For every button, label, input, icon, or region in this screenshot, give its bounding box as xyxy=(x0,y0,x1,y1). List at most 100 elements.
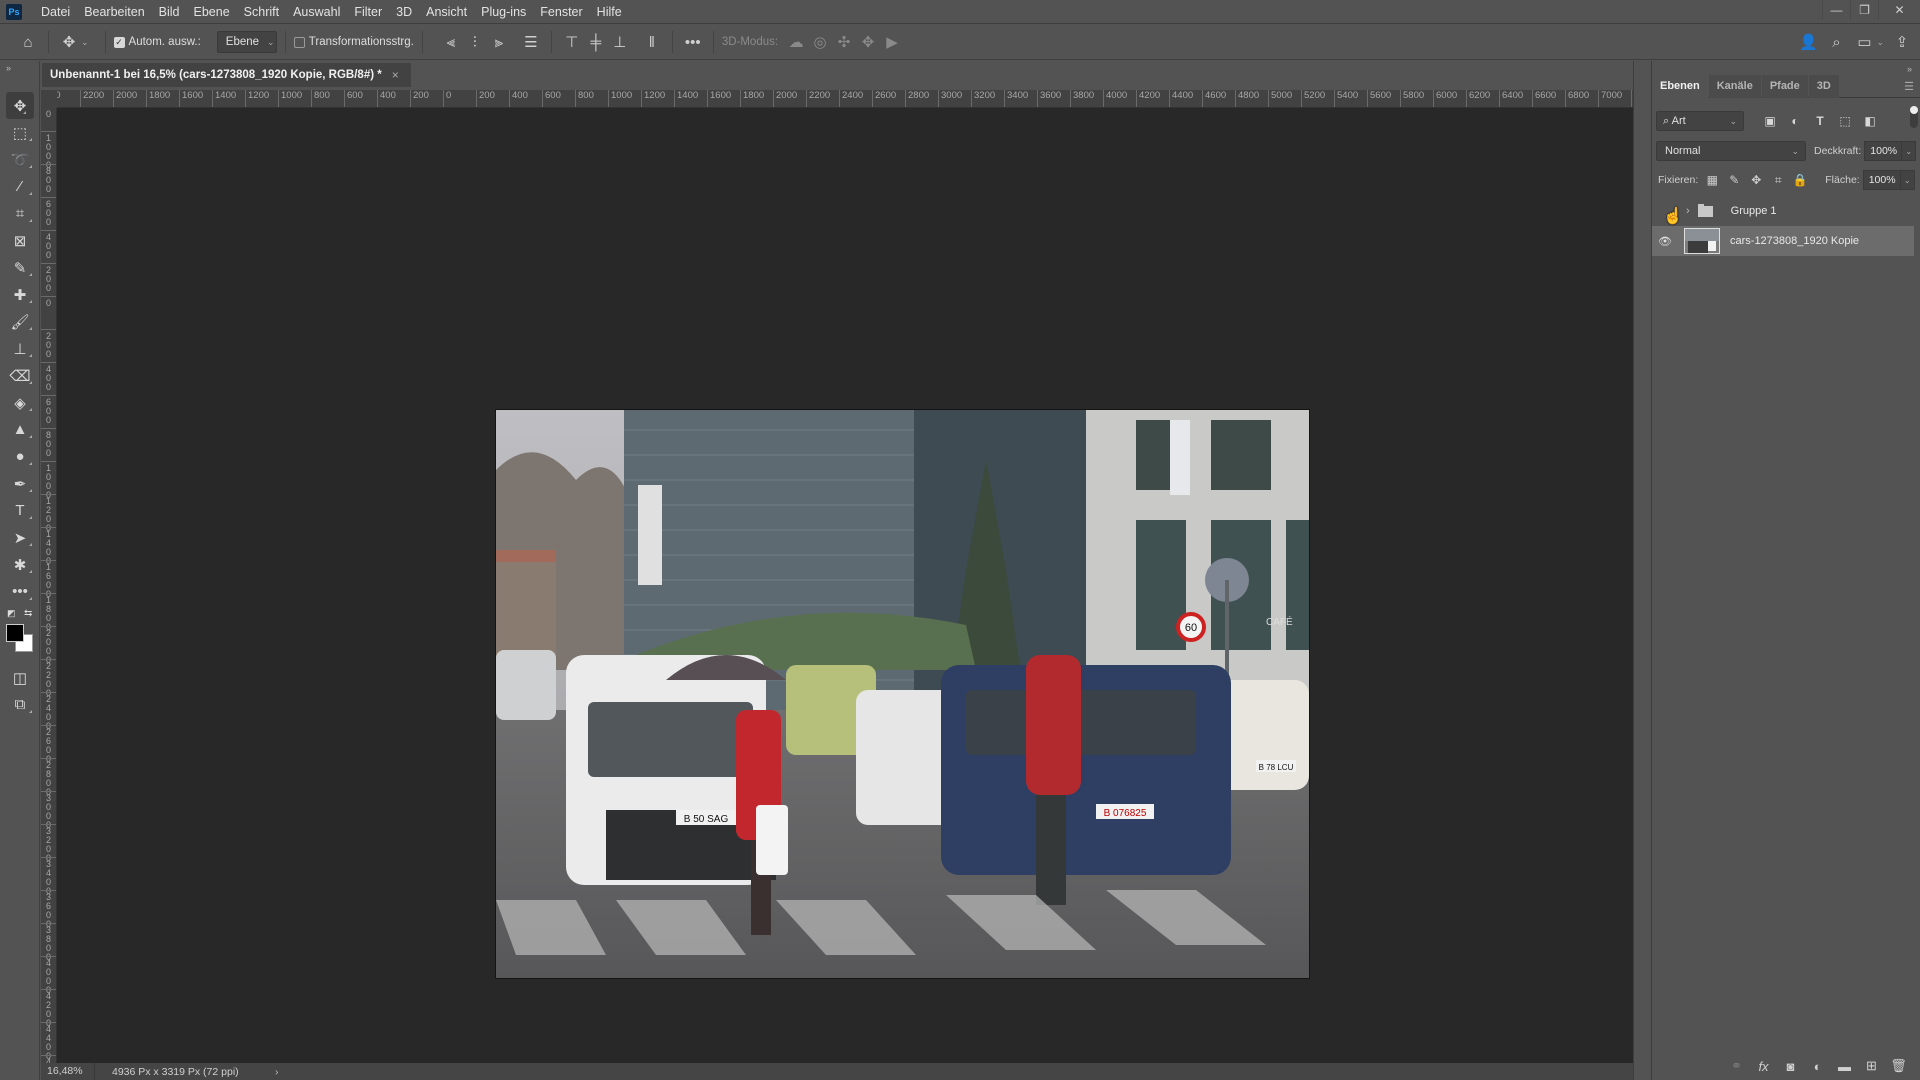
3d-roll-icon[interactable]: ◎ xyxy=(808,30,832,54)
minimize-button[interactable]: — xyxy=(1822,0,1850,20)
filter-toggle[interactable] xyxy=(1910,106,1918,128)
horizontal-ruler[interactable]: 0022002000180016001400120010008006004002… xyxy=(57,90,1633,108)
3d-camera-icon[interactable]: ▶ xyxy=(880,30,904,54)
clone-stamp-tool-icon[interactable]: ⊥ xyxy=(0,335,40,362)
tab-kanaele[interactable]: Kanäle xyxy=(1708,75,1761,98)
healing-brush-tool-icon[interactable]: ✚ xyxy=(0,281,40,308)
filter-smart-object-icon[interactable]: ◧ xyxy=(1858,114,1882,128)
align-top-icon[interactable]: ⊤ xyxy=(560,30,584,54)
collapse-panel-icon[interactable]: » xyxy=(1907,64,1912,74)
auto-select-target-dropdown[interactable]: Ebene ⌄ xyxy=(216,31,277,53)
chevron-down-icon[interactable]: ⌄ xyxy=(1876,37,1884,48)
tab-pfade[interactable]: Pfade xyxy=(1761,75,1808,98)
link-layers-icon[interactable]: ⚭ xyxy=(1723,1058,1750,1074)
layer-row-smart-object[interactable]: 👁 cars-1273808_1920 Kopie xyxy=(1652,226,1914,256)
magic-wand-tool-icon[interactable]: ⁄ xyxy=(0,173,40,200)
eraser-tool-icon[interactable]: ⌫ xyxy=(0,362,40,389)
menu-3d[interactable]: 3D xyxy=(389,0,419,24)
blend-mode-dropdown[interactable]: Normal ⌄ xyxy=(1656,141,1806,161)
marquee-tool-icon[interactable]: ⬚ xyxy=(0,119,40,146)
fill-slider-toggle[interactable]: ⌄ xyxy=(1900,170,1915,190)
search-icon[interactable]: ⌕ xyxy=(1824,30,1848,54)
lock-position-icon[interactable]: ✥ xyxy=(1745,173,1767,187)
pen-tool-icon[interactable]: ✒ xyxy=(0,470,40,497)
menu-fenster[interactable]: Fenster xyxy=(533,0,589,24)
document-tab[interactable]: Unbenannt-1 bei 16,5% (cars-1273808_1920… xyxy=(42,63,411,87)
fx-icon[interactable]: fx xyxy=(1750,1059,1777,1074)
share-icon[interactable]: ⇪ xyxy=(1890,30,1914,54)
swap-colors-icon[interactable]: ⇆ xyxy=(24,608,32,619)
3d-pan-icon[interactable]: ✣ xyxy=(832,30,856,54)
workspace-icon[interactable]: ▭ xyxy=(1852,30,1876,54)
path-selection-tool-icon[interactable]: ➤ xyxy=(0,524,40,551)
default-colors-icon[interactable]: ◩ xyxy=(7,608,16,619)
new-layer-icon[interactable]: ⊞ xyxy=(1858,1058,1885,1074)
lock-artboard-icon[interactable]: ⌗ xyxy=(1767,173,1789,188)
eyedropper-tool-icon[interactable]: ✎ xyxy=(0,254,40,281)
add-mask-icon[interactable]: ◙ xyxy=(1777,1059,1804,1074)
sharpen-tool-icon[interactable]: ▲ xyxy=(0,416,40,443)
tab-ebenen[interactable]: Ebenen xyxy=(1652,75,1708,98)
vertical-ruler[interactable]: 0010008006004002000200400600800100012001… xyxy=(41,108,57,1063)
move-tool-icon[interactable]: ✥ xyxy=(6,92,34,119)
share-user-icon[interactable]: 👤 xyxy=(1796,30,1820,54)
foreground-color-swatch[interactable] xyxy=(6,624,24,642)
home-icon[interactable]: ⌂ xyxy=(16,30,40,54)
opacity-input[interactable]: 100% xyxy=(1864,141,1903,161)
filter-shape-icon[interactable]: ⬚ xyxy=(1833,114,1857,128)
brush-tool-icon[interactable]: 🖌 xyxy=(0,308,40,335)
edit-toolbar-icon[interactable]: ••• xyxy=(0,578,40,605)
more-options-button[interactable]: ••• xyxy=(681,30,705,54)
align-vertical-center-icon[interactable]: ╪ xyxy=(584,30,608,54)
lock-all-icon[interactable]: 🔒 xyxy=(1789,173,1811,187)
close-document-icon[interactable]: × xyxy=(392,68,399,82)
menu-plugins[interactable]: Plug-ins xyxy=(474,0,533,24)
screen-mode-icon[interactable]: ⧉ xyxy=(0,691,40,718)
auto-select-checkbox[interactable]: ✓ xyxy=(113,36,125,48)
menu-bild[interactable]: Bild xyxy=(152,0,187,24)
eye-icon[interactable]: 👁 xyxy=(1652,235,1678,248)
document-image[interactable]: 60 CAFÉ B 50 SAG B 076825 B 78 LCU xyxy=(496,410,1309,978)
ruler-origin[interactable] xyxy=(41,90,57,108)
filter-type-icon[interactable]: T xyxy=(1808,114,1832,128)
dodge-tool-icon[interactable]: ● xyxy=(0,443,40,470)
filter-adjustment-icon[interactable]: ◐ xyxy=(1783,114,1807,128)
transform-controls-checkbox[interactable] xyxy=(293,36,305,48)
type-tool-icon[interactable]: T xyxy=(0,497,40,524)
collapse-toolbar-icon[interactable]: » xyxy=(6,63,11,73)
filter-pixel-icon[interactable]: ▣ xyxy=(1758,114,1782,128)
layer-row-group[interactable]: › Gruppe 1 xyxy=(1652,196,1914,226)
menu-filter[interactable]: Filter xyxy=(347,0,389,24)
quick-mask-icon[interactable]: ◫ xyxy=(0,664,40,691)
menu-ebene[interactable]: Ebene xyxy=(187,0,237,24)
expand-group-icon[interactable]: › xyxy=(1686,205,1690,217)
align-right-icon[interactable]: ⫸ xyxy=(487,30,511,54)
adjustment-layer-icon[interactable]: ◐ xyxy=(1804,1059,1831,1074)
panel-menu-icon[interactable]: ☰ xyxy=(1904,80,1914,93)
tab-3d[interactable]: 3D xyxy=(1808,75,1839,98)
new-group-icon[interactable]: ▬ xyxy=(1831,1059,1858,1074)
distribute-horizontal-icon[interactable]: ‖ xyxy=(640,30,664,54)
canvas-area[interactable]: 60 CAFÉ B 50 SAG B 076825 B 78 LCU xyxy=(57,108,1633,1063)
paint-bucket-tool-icon[interactable]: ◈ xyxy=(0,389,40,416)
lock-transparency-icon[interactable]: ▦ xyxy=(1701,173,1723,187)
menu-ansicht[interactable]: Ansicht xyxy=(419,0,474,24)
align-horizontal-center-icon[interactable]: ⫶ xyxy=(463,30,487,54)
restore-button[interactable]: ❐ xyxy=(1850,0,1878,20)
menu-hilfe[interactable]: Hilfe xyxy=(590,0,629,24)
lock-image-pixels-icon[interactable]: ✎ xyxy=(1723,173,1745,187)
3d-orbit-icon[interactable]: ☁ xyxy=(784,30,808,54)
chevron-down-icon[interactable]: ⌄ xyxy=(81,37,89,48)
align-left-icon[interactable]: ⫷ xyxy=(439,30,463,54)
custom-shape-tool-icon[interactable]: ✱ xyxy=(0,551,40,578)
3d-slide-icon[interactable]: ✥ xyxy=(856,30,880,54)
trash-icon[interactable]: 🗑 xyxy=(1885,1058,1912,1074)
crop-tool-icon[interactable]: ⌗ xyxy=(0,200,40,227)
close-window-button[interactable]: ✕ xyxy=(1878,0,1920,20)
menu-bearbeiten[interactable]: Bearbeiten xyxy=(77,0,151,24)
menu-datei[interactable]: Datei xyxy=(34,0,77,24)
frame-tool-icon[interactable]: ⊠ xyxy=(0,227,40,254)
panel-dock-divider[interactable] xyxy=(1633,61,1651,1080)
zoom-level[interactable]: 16,48% xyxy=(41,1063,95,1080)
menu-auswahl[interactable]: Auswahl xyxy=(286,0,347,24)
